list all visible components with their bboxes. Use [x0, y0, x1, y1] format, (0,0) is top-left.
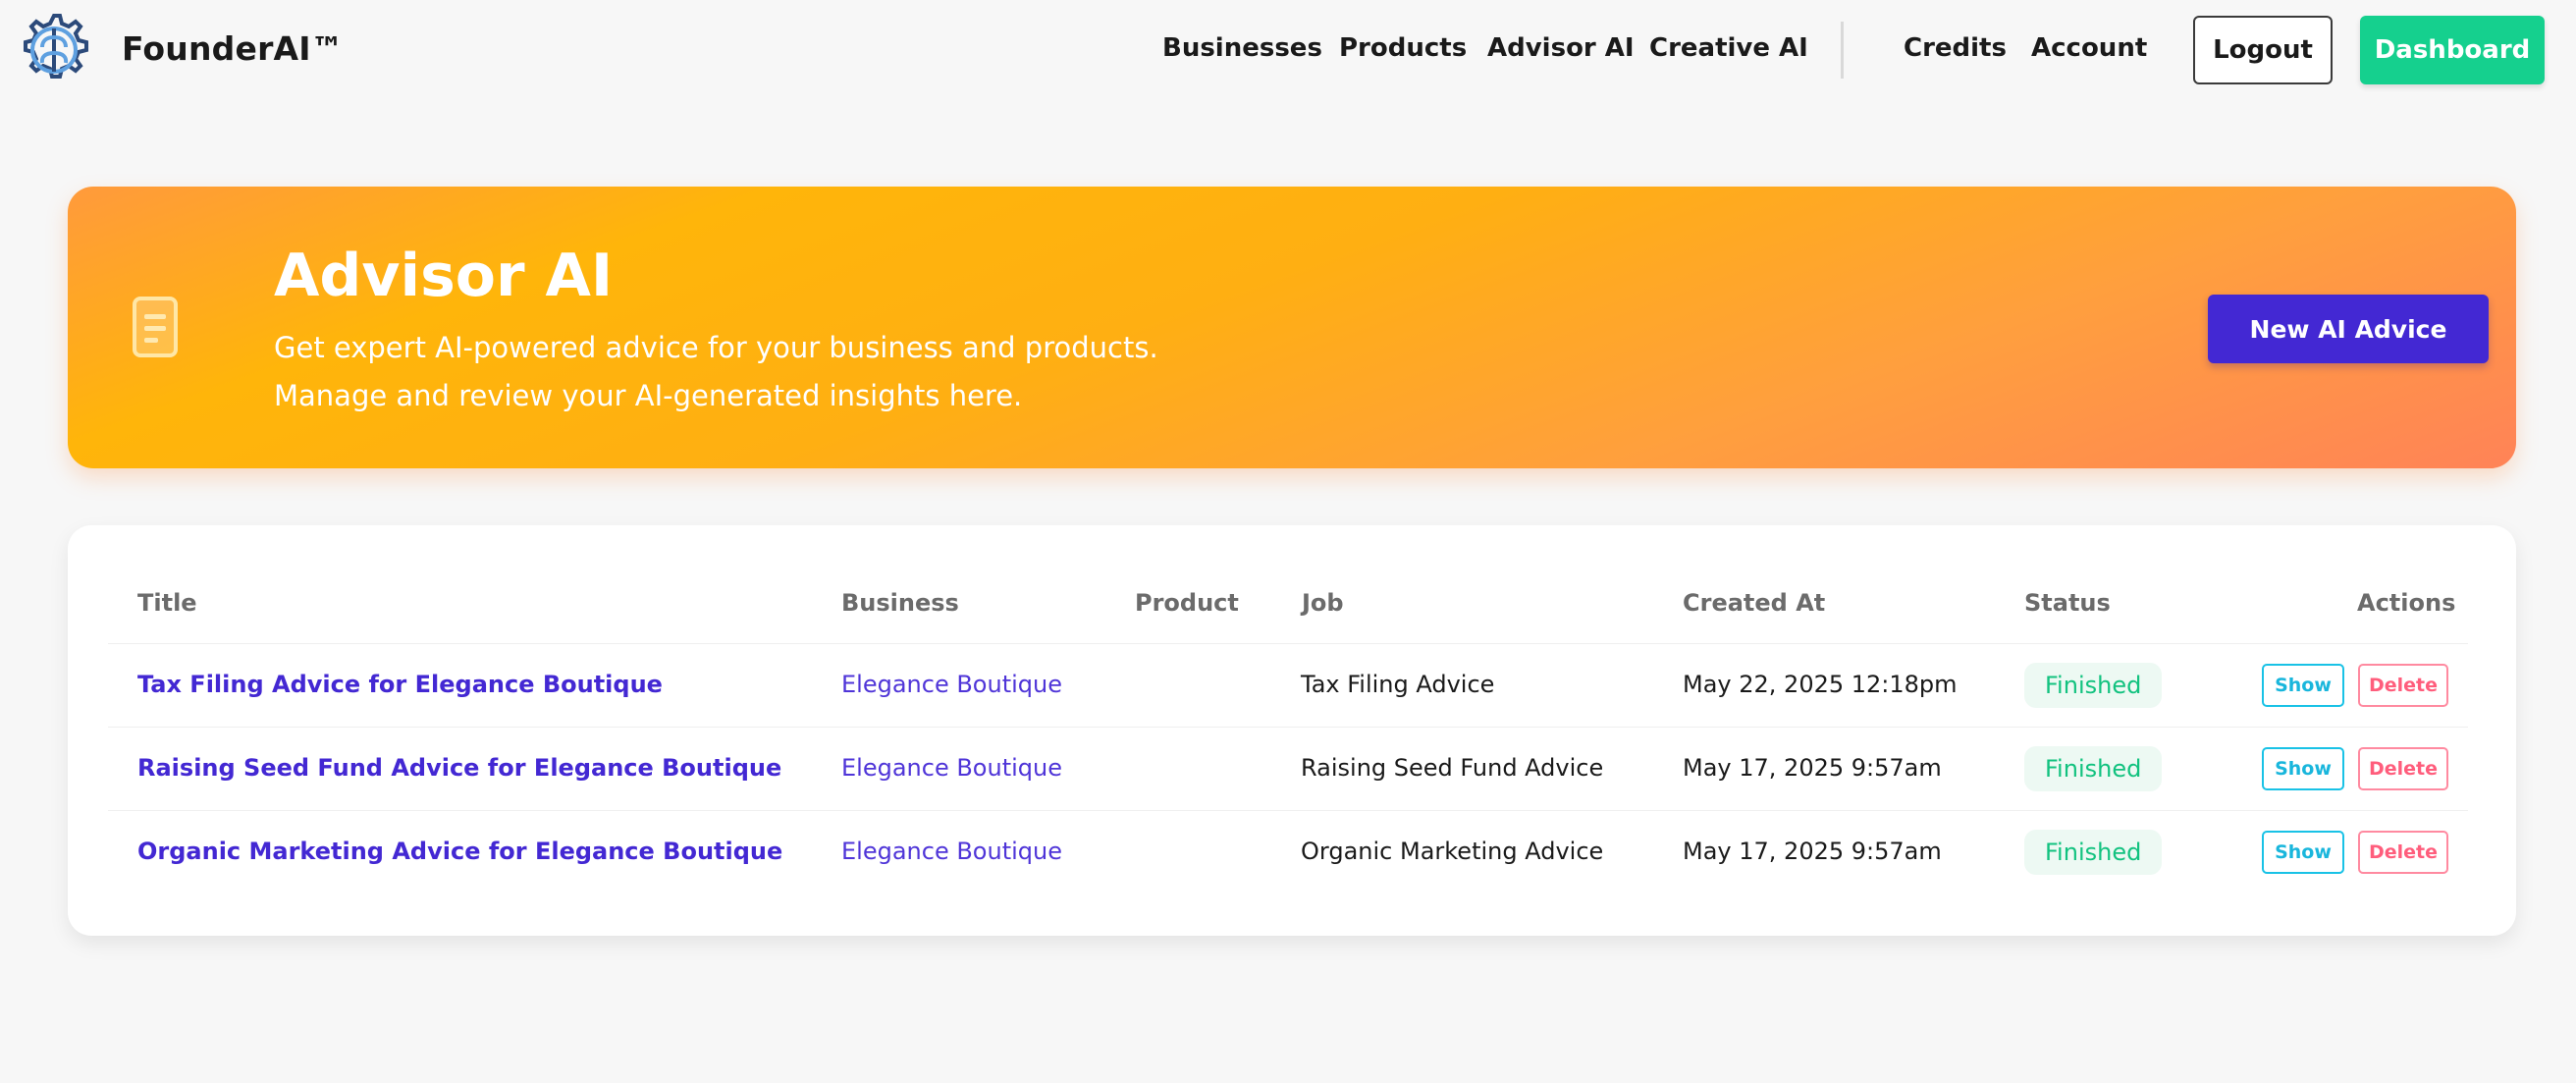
business-link[interactable]: Elegance Boutique [841, 838, 1062, 865]
nav-businesses[interactable]: Businesses [1162, 33, 1322, 63]
show-button[interactable]: Show [2262, 664, 2344, 707]
hero-subtitle-line1: Get expert AI-powered advice for your bu… [274, 331, 1158, 364]
job-cell: Tax Filing Advice [1301, 671, 1495, 698]
column-header-created-at: Created At [1683, 589, 1826, 617]
brain-gear-icon[interactable] [14, 10, 94, 90]
show-button[interactable]: Show [2262, 747, 2344, 790]
hero-subtitle-line2: Manage and review your AI-generated insi… [274, 379, 1023, 412]
column-header-business: Business [841, 589, 959, 617]
created-at-cell: May 22, 2025 12:18pm [1683, 671, 1958, 698]
status-badge: Finished [2024, 746, 2163, 791]
nav-credits[interactable]: Credits [1904, 33, 2007, 63]
hero-banner: Advisor AI Get expert AI-powered advice … [68, 187, 2516, 468]
logout-button[interactable]: Logout [2193, 16, 2333, 84]
advice-title-link[interactable]: Organic Marketing Advice for Elegance Bo… [137, 838, 782, 865]
created-at-cell: May 17, 2025 9:57am [1683, 838, 1942, 865]
column-header-actions: Actions [2357, 589, 2456, 617]
column-header-job: Job [1302, 589, 1344, 617]
job-cell: Raising Seed Fund Advice [1301, 754, 1604, 782]
advice-table-card: Title Business Product Job Created At St… [68, 525, 2516, 936]
show-button[interactable]: Show [2262, 831, 2344, 874]
advice-title-link[interactable]: Tax Filing Advice for Elegance Boutique [137, 671, 663, 698]
column-header-product: Product [1135, 589, 1239, 617]
nav-creative-ai[interactable]: Creative AI [1649, 33, 1808, 63]
table-row: Raising Seed Fund Advice for Elegance Bo… [108, 727, 2468, 810]
new-ai-advice-button[interactable]: New AI Advice [2208, 295, 2489, 363]
advice-title-link[interactable]: Raising Seed Fund Advice for Elegance Bo… [137, 754, 781, 782]
table-row: Organic Marketing Advice for Elegance Bo… [108, 810, 2468, 893]
business-link[interactable]: Elegance Boutique [841, 754, 1062, 782]
nav-divider [1841, 22, 1844, 79]
nav-account[interactable]: Account [2031, 33, 2147, 63]
business-link[interactable]: Elegance Boutique [841, 671, 1062, 698]
delete-button[interactable]: Delete [2358, 664, 2448, 707]
page-title: Advisor AI [274, 242, 614, 310]
document-icon [133, 297, 178, 357]
dashboard-button[interactable]: Dashboard [2360, 16, 2545, 84]
job-cell: Organic Marketing Advice [1301, 838, 1604, 865]
nav-products[interactable]: Products [1339, 33, 1467, 63]
delete-button[interactable]: Delete [2358, 747, 2448, 790]
hero-subtitle: Get expert AI-powered advice for your bu… [274, 324, 1158, 420]
status-badge: Finished [2024, 830, 2163, 875]
column-header-title: Title [137, 589, 197, 617]
table-row: Tax Filing Advice for Elegance Boutique … [108, 643, 2468, 727]
top-navbar: FounderAI™ Businesses Products Advisor A… [0, 0, 2576, 100]
delete-button[interactable]: Delete [2358, 831, 2448, 874]
column-header-status: Status [2024, 589, 2111, 617]
brand-name[interactable]: FounderAI™ [122, 29, 344, 68]
nav-advisor-ai[interactable]: Advisor AI [1487, 33, 1635, 63]
status-badge: Finished [2024, 663, 2163, 708]
created-at-cell: May 17, 2025 9:57am [1683, 754, 1942, 782]
